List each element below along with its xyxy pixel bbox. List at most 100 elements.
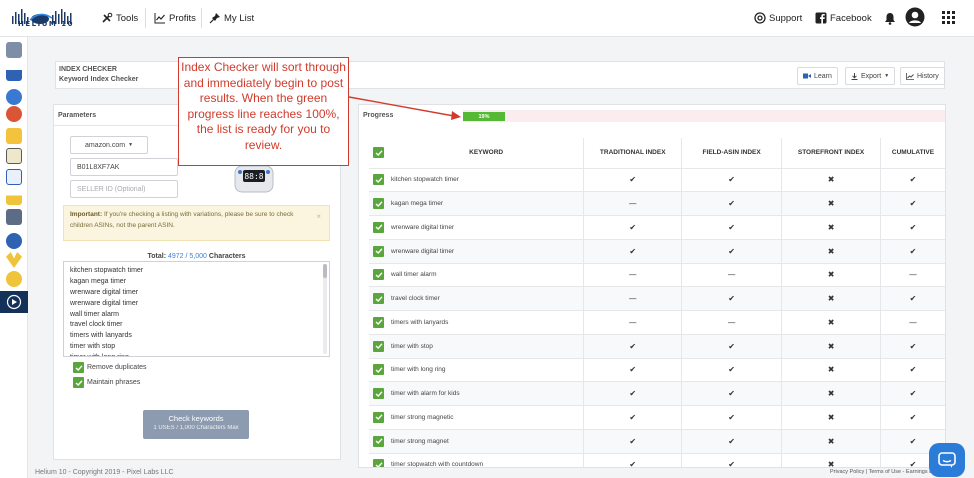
- table-row[interactable]: timer strong magnet ✔ ✔ ✖ ✔: [369, 429, 945, 454]
- lifebuoy-icon: [754, 12, 766, 24]
- check-icon: [375, 248, 383, 255]
- wings-icon[interactable]: [6, 252, 22, 268]
- index-status-cell: ✔: [681, 215, 783, 240]
- table-row[interactable]: kagan mega timer — ✔ ✖ ✔: [369, 191, 945, 216]
- index-status-cell: ✔: [583, 239, 683, 264]
- check-keywords-button[interactable]: Check keywords 1 USES / 1,000 Characters…: [143, 410, 249, 439]
- row-checkbox[interactable]: [373, 411, 384, 423]
- row-checkbox[interactable]: [373, 435, 384, 447]
- keyword-cell: timer stopwatch with countdown: [388, 453, 585, 467]
- col-traditional-index[interactable]: TRADITIONAL INDEX: [583, 138, 683, 169]
- row-checkbox[interactable]: [373, 316, 384, 328]
- keyword-cell: wrenware digital timer: [388, 215, 585, 240]
- user-avatar-icon[interactable]: [905, 7, 925, 27]
- keyword-line: wall timer alarm: [70, 310, 120, 318]
- gear-icon[interactable]: [6, 106, 22, 122]
- index-check-icon[interactable]: [6, 169, 22, 185]
- nav-tools[interactable]: Tools: [101, 12, 138, 24]
- row-select-cell: [369, 310, 389, 335]
- keyword-line: timer with long ring: [70, 353, 329, 356]
- cross-status-icon: ✖: [827, 246, 835, 256]
- table-row[interactable]: wall timer alarm — — ✖ —: [369, 263, 945, 288]
- col-storefront-index[interactable]: STOREFRONT INDEX: [781, 138, 881, 169]
- play-icon[interactable]: [0, 291, 28, 313]
- asin-input[interactable]: B01L8XF7AK: [70, 158, 178, 176]
- check-status-icon: ✔: [629, 341, 637, 351]
- keyword-line: timers with lanyards: [70, 332, 132, 340]
- logo-wordmark: HELIUM 10: [18, 20, 75, 28]
- helium10-logo[interactable]: [8, 6, 80, 32]
- row-checkbox[interactable]: [373, 221, 384, 233]
- box-icon[interactable]: [6, 42, 22, 58]
- row-checkbox[interactable]: [373, 269, 384, 281]
- dash-status-icon: —: [909, 317, 917, 327]
- apps-grid-icon[interactable]: [942, 11, 955, 24]
- results-table-body: kitchen stopwatch timer ✔ ✔ ✖ ✔ kagan mega ti…: [369, 168, 945, 468]
- magnifier-icon[interactable]: [6, 89, 22, 105]
- table-row[interactable]: timer with stop ✔ ✔ ✖ ✔: [369, 334, 945, 359]
- check-status-icon: ✔: [728, 412, 735, 422]
- nav-support[interactable]: Support: [754, 12, 802, 24]
- table-row[interactable]: timers with lanyards — — ✖ —: [369, 310, 945, 335]
- check-badge-icon[interactable]: [6, 271, 22, 287]
- row-checkbox[interactable]: [373, 459, 384, 467]
- scroll-thumb[interactable]: [323, 264, 327, 278]
- table-row[interactable]: wrenware digital timer ✔ ✔ ✖ ✔: [369, 239, 945, 264]
- remove-duplicates-checkbox[interactable]: [73, 362, 84, 373]
- marketplace-select[interactable]: amazon.com ▼: [70, 136, 148, 154]
- close-icon[interactable]: ×: [316, 211, 321, 222]
- table-row[interactable]: travel clock timer — ✔ ✖ ✔: [369, 286, 945, 311]
- table-row[interactable]: timer strong magnetic ✔ ✔ ✖ ✔: [369, 405, 945, 430]
- cross-status-icon: ✖: [827, 175, 835, 185]
- nav-profits-label: Profits: [169, 12, 196, 24]
- nav-my-list[interactable]: My List: [209, 12, 254, 24]
- table-row[interactable]: wrenware digital timer ✔ ✔ ✖ ✔: [369, 215, 945, 240]
- row-checkbox[interactable]: [373, 174, 384, 186]
- keyword-cell: kitchen stopwatch timer: [388, 168, 585, 193]
- trend-chart-icon[interactable]: [6, 189, 22, 205]
- index-status-cell: ✔: [681, 358, 783, 383]
- nav-profits[interactable]: Profits: [154, 12, 196, 24]
- col-cumulative[interactable]: CUMULATIVE: [880, 138, 945, 169]
- keyword-cell: timer with stop: [388, 334, 585, 359]
- table-row[interactable]: timer stopwatch with countdown ✔ ✔ ✖ ✔: [369, 453, 945, 468]
- row-checkbox[interactable]: [373, 340, 384, 352]
- row-checkbox[interactable]: [373, 364, 384, 376]
- dash-status-icon: —: [727, 317, 736, 327]
- row-checkbox[interactable]: [373, 293, 384, 305]
- keywords-textarea[interactable]: kitchen stopwatch timer kagan mega timer w…: [63, 261, 330, 357]
- index-status-cell: ✖: [781, 453, 881, 467]
- textarea-scrollbar[interactable]: [323, 264, 327, 354]
- history-button[interactable]: History: [900, 67, 945, 85]
- table-row[interactable]: kitchen stopwatch timer ✔ ✔ ✖ ✔: [369, 168, 945, 193]
- clipboard-icon[interactable]: [6, 148, 22, 164]
- bell-icon[interactable]: [884, 12, 896, 25]
- row-select-cell: [369, 263, 389, 288]
- bar-chart-icon[interactable]: [6, 65, 22, 81]
- row-checkbox[interactable]: [373, 245, 384, 257]
- p-badge-icon[interactable]: [6, 233, 22, 249]
- check-icon: [375, 224, 383, 231]
- printer-icon[interactable]: [6, 209, 22, 225]
- remove-duplicates-option[interactable]: Remove duplicates: [73, 362, 147, 373]
- export-button[interactable]: Export ▼: [845, 67, 896, 85]
- learn-button[interactable]: Learn: [797, 67, 838, 85]
- check-status-icon: ✔: [728, 460, 735, 468]
- maintain-phrases-option[interactable]: Maintain phrases: [73, 377, 140, 388]
- seller-id-input[interactable]: SELLER ID (Optional): [70, 180, 178, 198]
- stack-icon[interactable]: [6, 128, 22, 144]
- index-status-cell: ✔: [880, 239, 945, 264]
- table-row[interactable]: timer with long ring ✔ ✔ ✖ ✔: [369, 358, 945, 383]
- chat-button[interactable]: [929, 443, 965, 477]
- row-select-cell: [369, 191, 389, 216]
- product-image: 88:8: [234, 165, 274, 193]
- check-icon: [375, 343, 383, 350]
- col-keyword[interactable]: KEYWORD: [388, 138, 585, 169]
- row-checkbox[interactable]: [373, 388, 384, 400]
- row-checkbox[interactable]: [373, 198, 384, 210]
- nav-facebook[interactable]: Facebook: [815, 12, 872, 24]
- select-all-checkbox[interactable]: [373, 147, 384, 159]
- table-row[interactable]: timer with alarm for kids ✔ ✔ ✖ ✔: [369, 381, 945, 406]
- maintain-phrases-checkbox[interactable]: [73, 377, 84, 388]
- col-field-asin-index[interactable]: FIELD-ASIN INDEX: [681, 138, 783, 169]
